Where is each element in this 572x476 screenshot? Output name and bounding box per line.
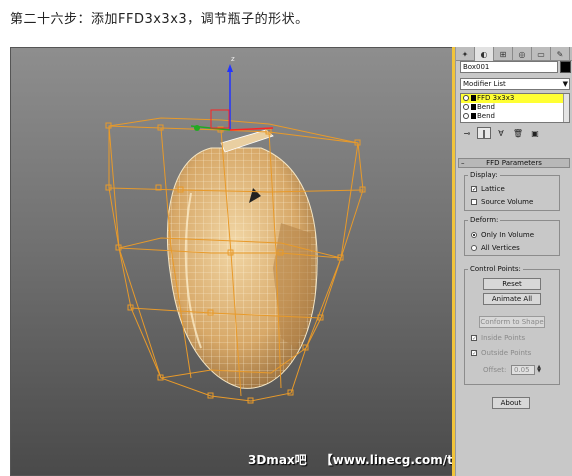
lattice-label: Lattice [481, 185, 505, 193]
stack-item-label: Bend [477, 103, 495, 111]
modifier-icon [471, 113, 476, 119]
all-vertices-radio[interactable] [471, 245, 477, 251]
modifier-stack[interactable]: FFD 3x3x3 Bend Bend [460, 93, 570, 123]
lightbulb-icon[interactable] [463, 104, 469, 110]
remove-modifier-icon[interactable]: 🗑 [511, 127, 525, 139]
lightbulb-icon[interactable] [463, 95, 469, 101]
stack-item-label: FFD 3x3x3 [477, 94, 515, 102]
pin-stack-icon[interactable]: ⊸ [460, 127, 474, 139]
source-volume-label: Source Volume [481, 198, 534, 206]
show-end-result-icon[interactable]: ‖ [477, 127, 491, 139]
animate-all-button[interactable]: Animate All [483, 293, 541, 305]
control-points-group-label: Control Points: [468, 265, 523, 274]
stack-item-ffd[interactable]: FFD 3x3x3 [461, 94, 569, 103]
configure-sets-icon[interactable]: ▣ [528, 127, 542, 139]
stack-item-bend[interactable]: Bend [461, 112, 569, 121]
only-in-volume-label: Only In Volume [481, 231, 535, 239]
deform-group-label: Deform: [468, 216, 501, 225]
watermark-brand: 3Dmax吧 [248, 453, 307, 467]
make-unique-icon[interactable]: ∀ [494, 127, 508, 139]
command-panel: ✦ ◐ ⊞ ◎ ▭ ✎ Box001 Modifier List ▼ FFD 3… [455, 47, 572, 476]
display-group-label: Display: [468, 171, 500, 180]
only-in-volume-radio[interactable] [471, 232, 477, 238]
stack-item-bend[interactable]: Bend [461, 103, 569, 112]
page: 第二十六步：添加FFD3x3x3，调节瓶子的形状。 z 3Dmax吧 【www.… [0, 0, 572, 476]
motion-tab-icon[interactable]: ◎ [513, 47, 532, 61]
about-button[interactable]: About [492, 397, 530, 409]
outside-points-checkbox[interactable]: ✓ [471, 350, 477, 357]
rollout-title: FFD Parameters [486, 159, 542, 167]
create-tab-icon[interactable]: ✦ [456, 47, 475, 61]
conform-to-shape-button[interactable]: Conform to Shape [479, 316, 545, 328]
modify-tab-icon[interactable]: ◐ [475, 47, 494, 61]
spinner-arrows-icon[interactable]: ▲ ▼ [536, 365, 542, 375]
modifier-icon [471, 95, 476, 101]
reset-button[interactable]: Reset [483, 278, 541, 290]
object-color-swatch[interactable] [560, 61, 571, 73]
utilities-tab-icon[interactable]: ✎ [551, 47, 570, 61]
object-name-field[interactable]: Box001 [460, 61, 558, 73]
control-points-group: Control Points: Reset Animate All Confor… [464, 265, 560, 385]
command-panel-tabs: ✦ ◐ ⊞ ◎ ▭ ✎ [456, 47, 572, 61]
source-volume-checkbox[interactable] [471, 199, 477, 205]
deform-group: Deform: Only In Volume All Vertices [464, 216, 560, 256]
chevron-down-icon: ▼ [562, 80, 568, 88]
hierarchy-tab-icon[interactable]: ⊞ [494, 47, 513, 61]
stack-toolbar: ⊸ ‖ ∀ 🗑 ▣ [460, 126, 570, 140]
ffd-parameters-rollout-header[interactable]: – FFD Parameters [458, 158, 570, 168]
lightbulb-icon[interactable] [463, 113, 469, 119]
stack-scrollbar[interactable] [563, 94, 569, 122]
lattice-checkbox[interactable]: ✓ [471, 186, 477, 193]
gizmo-z-label: z [231, 55, 235, 63]
display-group: Display: ✓ Lattice Source Volume [464, 171, 560, 211]
modifier-icon [471, 104, 476, 110]
offset-spinner-field[interactable]: 0.05 [511, 365, 535, 375]
outside-points-label: Outside Points [481, 349, 532, 357]
vase-mesh[interactable] [166, 129, 318, 389]
modifier-list-dropdown[interactable]: Modifier List ▼ [460, 78, 570, 90]
offset-label: Offset: [483, 366, 507, 374]
inside-points-label: Inside Points [481, 334, 526, 342]
inside-points-checkbox[interactable]: ✓ [471, 335, 477, 342]
display-tab-icon[interactable]: ▭ [532, 47, 551, 61]
stack-item-label: Bend [477, 112, 495, 120]
modifier-list-label: Modifier List [463, 80, 506, 88]
step-caption: 第二十六步：添加FFD3x3x3，调节瓶子的形状。 [10, 12, 309, 27]
collapse-icon[interactable]: – [461, 159, 465, 168]
scene-render: z [105, 55, 366, 404]
perspective-viewport[interactable]: z [10, 47, 454, 476]
all-vertices-label: All Vertices [481, 244, 520, 252]
